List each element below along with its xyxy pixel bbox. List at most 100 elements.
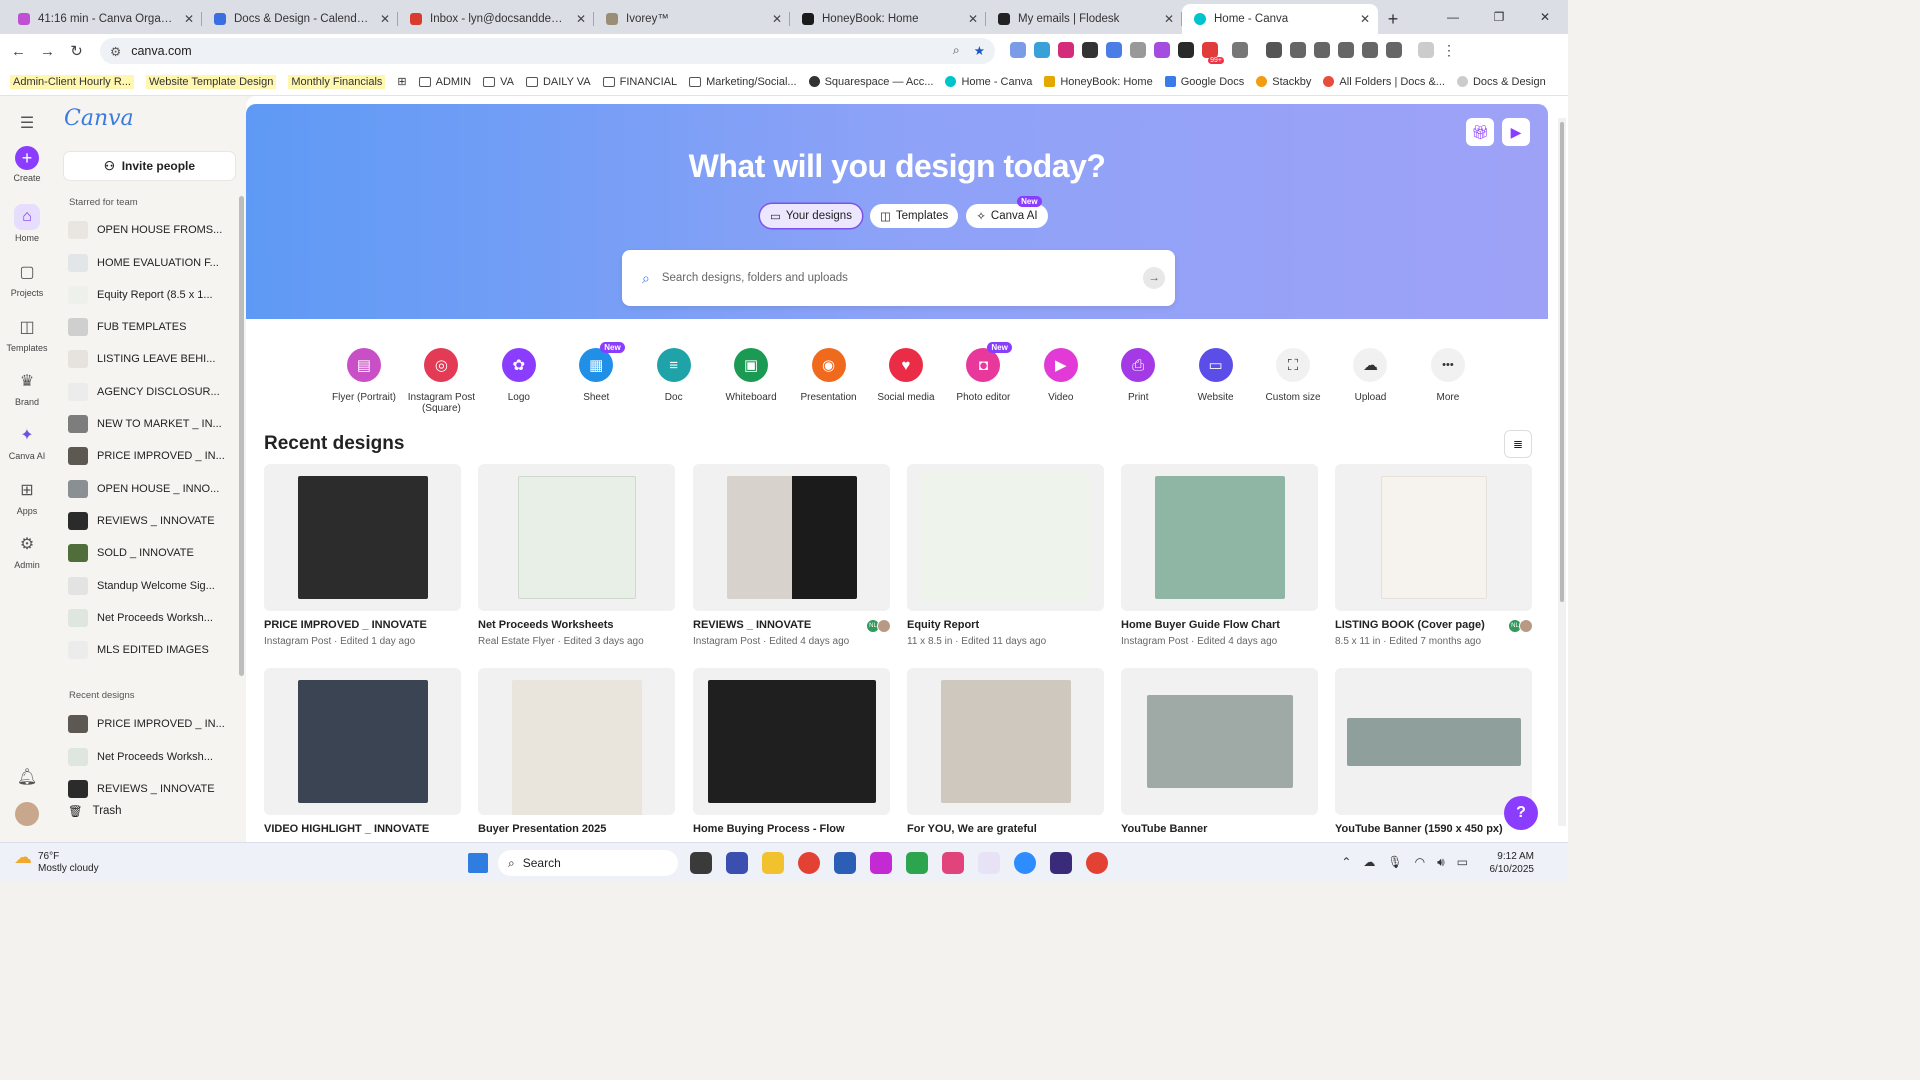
- browser-tab[interactable]: Docs & Design - Calendar - We✕: [202, 4, 398, 34]
- sidebar-recent-item[interactable]: REVIEWS _ INNOVATE: [68, 775, 228, 803]
- chevron-up-icon[interactable]: ⌃: [1341, 855, 1351, 870]
- browser-tab[interactable]: My emails | Flodesk ✕: [986, 4, 1182, 34]
- weather-widget[interactable]: ☁ 76°F Mostly cloudy: [14, 848, 99, 875]
- close-tab-icon[interactable]: ✕: [1360, 12, 1370, 26]
- sidebar-starred-item[interactable]: REVIEWS _ INNOVATE: [68, 507, 228, 535]
- canva-logo[interactable]: Canva: [64, 106, 134, 131]
- trash-link[interactable]: 🗑︎ Trash: [68, 804, 122, 818]
- puzzle-icon[interactable]: [1232, 42, 1248, 58]
- design-type-flyer[interactable]: ▤ Flyer (Portrait): [326, 348, 402, 414]
- print-icon[interactable]: [1290, 42, 1306, 58]
- task-view-icon[interactable]: [690, 852, 712, 874]
- microphone-icon[interactable]: 🎙︎: [1387, 855, 1402, 870]
- design-type-upload[interactable]: ☁ Upload: [1332, 348, 1408, 414]
- search-submit-arrow-icon[interactable]: →: [1143, 267, 1165, 289]
- bookmark-folder[interactable]: ADMIN: [418, 76, 471, 88]
- close-tab-icon[interactable]: ✕: [772, 12, 782, 26]
- design-card[interactable]: YouTube Banner: [1121, 668, 1319, 840]
- sidebar-recent-item[interactable]: Net Proceeds Worksh...: [68, 743, 228, 771]
- file-explorer-icon[interactable]: [762, 852, 784, 874]
- clock[interactable]: 9:12 AM 6/10/2025: [1490, 850, 1535, 876]
- close-window-icon[interactable]: ✕: [1522, 0, 1568, 34]
- rail-canva-ai[interactable]: ✦ Canva AI: [0, 422, 54, 461]
- design-search-box[interactable]: ⌕ Search designs, folders and uploads →: [622, 250, 1175, 306]
- apps-grid-icon[interactable]: ⊞: [397, 75, 406, 88]
- extension-icon[interactable]: [1010, 42, 1026, 58]
- extension-icon[interactable]: [1266, 42, 1282, 58]
- bookmark-folder[interactable]: DAILY VA: [525, 76, 591, 88]
- app-icon[interactable]: [1050, 852, 1072, 874]
- sidebar-starred-item[interactable]: Equity Report (8.5 x 1...: [68, 281, 228, 309]
- sidebar-starred-item[interactable]: SOLD _ INNOVATE: [68, 539, 228, 567]
- sidebar-starred-item[interactable]: PRICE IMPROVED _ IN...: [68, 442, 228, 470]
- close-tab-icon[interactable]: ✕: [576, 12, 586, 26]
- browser-tab-active[interactable]: Home - Canva ✕: [1182, 4, 1378, 34]
- design-card[interactable]: Net Proceeds Worksheets Real Estate Flye…: [478, 464, 676, 647]
- volume-icon[interactable]: 🔊︎: [1437, 855, 1445, 870]
- canva-ai-pill[interactable]: ✧ Canva AI New: [966, 196, 1048, 228]
- sidebar-starred-item[interactable]: NEW TO MARKET _ IN...: [68, 410, 228, 438]
- site-info-icon[interactable]: ⚙: [110, 44, 121, 59]
- extension-icon[interactable]: [1106, 42, 1122, 58]
- sidebar-recent-item[interactable]: PRICE IMPROVED _ IN...: [68, 710, 228, 738]
- design-type-whiteboard[interactable]: ▣ Whiteboard: [713, 348, 789, 414]
- bookmark[interactable]: Website Template Design: [145, 74, 277, 89]
- extension-icon[interactable]: [1154, 42, 1170, 58]
- sidebar-starred-item[interactable]: LISTING LEAVE BEHI...: [68, 345, 228, 373]
- bookmark[interactable]: All Folders | Docs &...: [1323, 76, 1445, 88]
- main-scrollbar[interactable]: [1558, 118, 1566, 826]
- sidebar-starred-item[interactable]: FUB TEMPLATES: [68, 313, 228, 341]
- design-card[interactable]: Buyer Presentation 2025: [478, 668, 676, 840]
- collapse-sidebar-icon[interactable]: ☰: [0, 110, 54, 139]
- bookmark[interactable]: Google Docs: [1164, 76, 1244, 88]
- bookmark[interactable]: Squarespace — Acc...: [808, 76, 933, 88]
- play-icon[interactable]: ▶: [1502, 118, 1530, 146]
- design-type-social-media[interactable]: ♥ Social media: [868, 348, 944, 414]
- design-card[interactable]: PRICE IMPROVED _ INNOVATE Instagram Post…: [264, 464, 462, 647]
- sidebar-scrollbar[interactable]: [239, 196, 244, 676]
- extension-icon[interactable]: 99+: [1202, 42, 1224, 64]
- sidebar-starred-item[interactable]: OPEN HOUSE _ INNO...: [68, 475, 228, 503]
- design-card[interactable]: LISTING BOOK (Cover page) 8.5 x 11 in · …: [1335, 464, 1533, 647]
- close-tab-icon[interactable]: ✕: [1164, 12, 1174, 26]
- design-type-presentation[interactable]: ◉ Presentation: [791, 348, 867, 414]
- avatar[interactable]: [0, 802, 54, 829]
- link-icon[interactable]: [1362, 42, 1378, 58]
- list-view-icon[interactable]: ≣: [1504, 430, 1532, 458]
- notifications-bell-icon[interactable]: 🔔︎: [0, 764, 54, 793]
- design-type-custom-size[interactable]: ⛶ Custom size: [1255, 348, 1331, 414]
- bookmark[interactable]: Admin-Client Hourly R...: [10, 74, 134, 89]
- gift-icon[interactable]: 🎁︎: [1466, 118, 1494, 146]
- favorites-icon[interactable]: [1314, 42, 1330, 58]
- design-card[interactable]: Home Buying Process - Flow: [693, 668, 891, 840]
- bookmark[interactable]: Monthly Financials: [288, 74, 386, 89]
- design-type-more[interactable]: ••• More: [1410, 348, 1486, 414]
- app-icon[interactable]: [726, 852, 748, 874]
- reading-list-icon[interactable]: [1386, 42, 1402, 58]
- design-type-video[interactable]: ▶ Video: [1023, 348, 1099, 414]
- zoom-icon[interactable]: [1014, 852, 1036, 874]
- design-card[interactable]: Home Buyer Guide Flow Chart Instagram Po…: [1121, 464, 1319, 647]
- design-card[interactable]: VIDEO HIGHLIGHT _ INNOVATE: [264, 668, 462, 840]
- templates-pill[interactable]: ◫ Templates: [869, 204, 959, 228]
- menu-dots-icon[interactable]: ⋮: [1442, 42, 1458, 58]
- taskbar-search[interactable]: ⌕ Search: [498, 850, 678, 876]
- battery-icon[interactable]: ▭: [1457, 855, 1468, 870]
- extension-icon[interactable]: [1058, 42, 1074, 58]
- design-type-sheet[interactable]: ▦ New Sheet: [558, 342, 634, 414]
- bookmark-star-icon[interactable]: ★: [974, 43, 985, 58]
- google-drive-icon[interactable]: [906, 852, 928, 874]
- browser-tab[interactable]: Inbox - lyn@docsanddesign.co✕: [398, 4, 594, 34]
- close-tab-icon[interactable]: ✕: [968, 12, 978, 26]
- bookmark[interactable]: Stackby: [1256, 76, 1311, 88]
- rail-home[interactable]: ⌂ Home: [0, 204, 54, 243]
- extension-icon[interactable]: [1130, 42, 1146, 58]
- grid-icon[interactable]: [1338, 42, 1354, 58]
- design-card[interactable]: REVIEWS _ INNOVATE Instagram Post · Edit…: [693, 464, 891, 647]
- instagram-icon[interactable]: [942, 852, 964, 874]
- your-designs-pill[interactable]: ▭ Your designs: [760, 204, 862, 228]
- design-type-instagram-post[interactable]: ◎ Instagram Post (Square): [403, 348, 479, 414]
- sidebar-starred-item[interactable]: Net Proceeds Worksh...: [68, 604, 228, 632]
- sidebar-starred-item[interactable]: OPEN HOUSE FROMS...: [68, 216, 228, 244]
- rail-templates[interactable]: ◫ Templates: [0, 314, 54, 353]
